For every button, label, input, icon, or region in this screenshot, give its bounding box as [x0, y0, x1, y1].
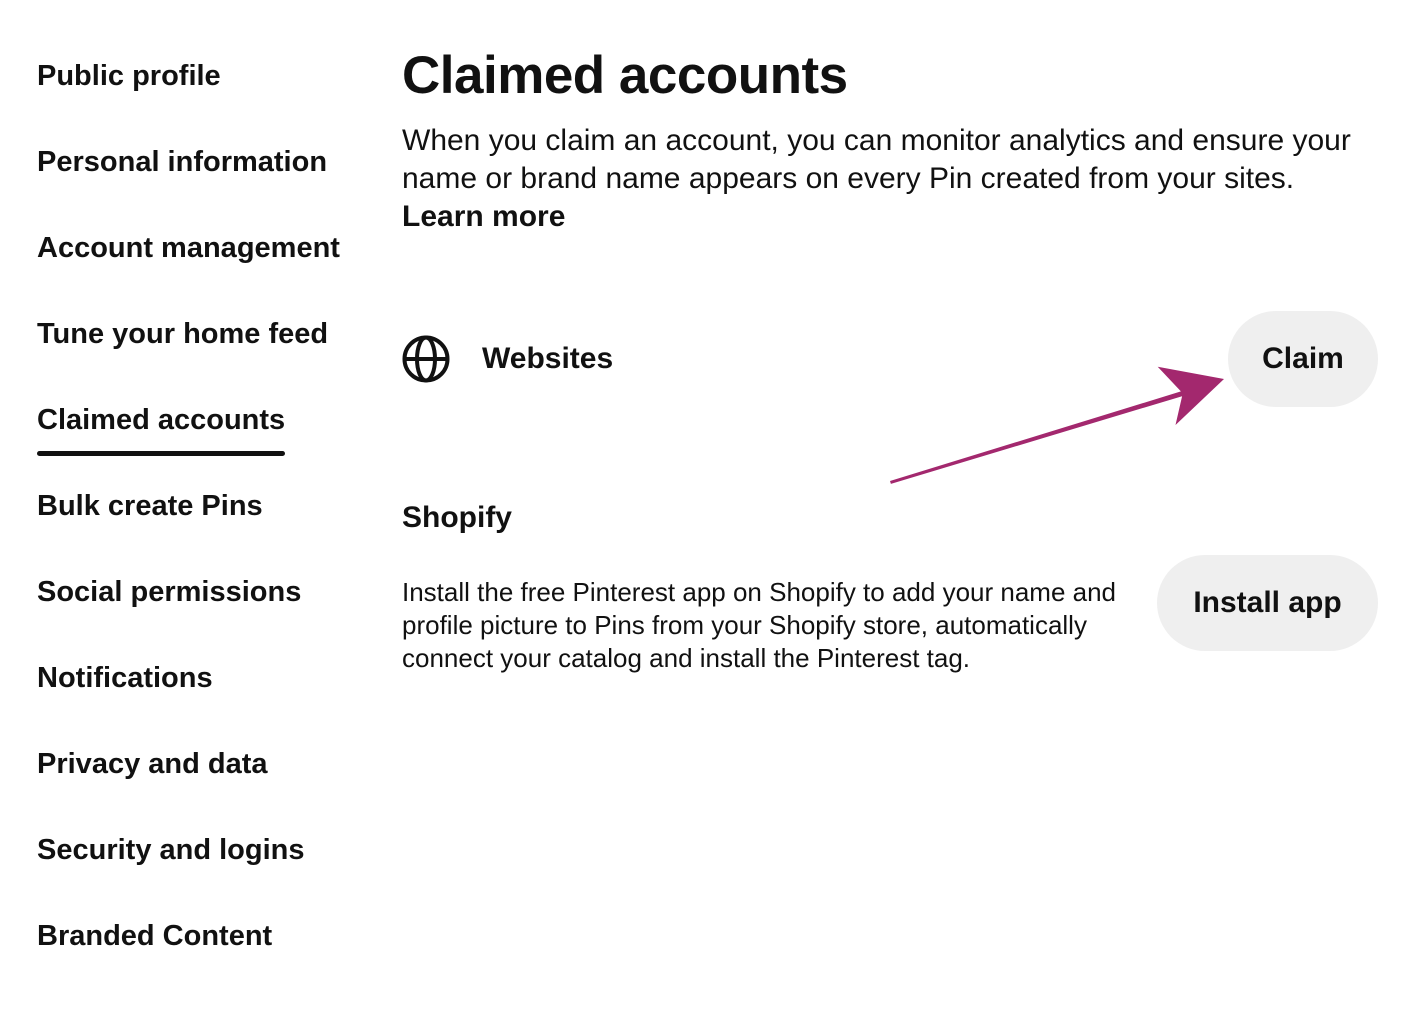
page-description: When you claim an account, you can monit… — [402, 122, 1362, 236]
sidebar-item-account-management[interactable]: Account management — [37, 222, 382, 308]
learn-more-link[interactable]: Learn more — [402, 200, 565, 233]
sidebar-item-personal-information[interactable]: Personal information — [37, 136, 382, 222]
sidebar-item-label: Bulk create Pins — [37, 490, 263, 522]
sidebar-item-security-and-logins[interactable]: Security and logins — [37, 824, 382, 910]
sidebar-item-claimed-accounts[interactable]: Claimed accounts — [37, 394, 382, 480]
sidebar-item-label: Privacy and data — [37, 748, 268, 780]
sidebar-item-label: Notifications — [37, 662, 213, 694]
sidebar-item-bulk-create-pins[interactable]: Bulk create Pins — [37, 480, 382, 566]
shopify-title: Shopify — [402, 501, 512, 534]
page-description-text: When you claim an account, you can monit… — [402, 124, 1351, 195]
sidebar-item-privacy-and-data[interactable]: Privacy and data — [37, 738, 382, 824]
sidebar-item-label: Security and logins — [37, 834, 305, 866]
sidebar-item-branded-content[interactable]: Branded Content — [37, 910, 382, 996]
install-app-button[interactable]: Install app — [1157, 555, 1378, 651]
claimed-accounts-panel: Claimed accounts When you claim an accou… — [402, 40, 1378, 673]
sidebar-item-label: Public profile — [37, 60, 221, 92]
sidebar-item-tune-home-feed[interactable]: Tune your home feed — [37, 308, 382, 394]
sidebar-item-public-profile[interactable]: Public profile — [37, 50, 382, 136]
sidebar-item-notifications[interactable]: Notifications — [37, 652, 382, 738]
websites-label: Websites — [482, 342, 614, 375]
sidebar-item-label: Personal information — [37, 146, 328, 178]
sidebar-item-social-permissions[interactable]: Social permissions — [37, 566, 382, 652]
websites-row: Websites Claim — [402, 311, 1378, 407]
settings-sidebar: Public profile Personal information Acco… — [37, 50, 382, 996]
sidebar-item-label: Social permissions — [37, 576, 302, 608]
shopify-description: Install the free Pinterest app on Shopif… — [402, 577, 1117, 673]
globe-icon — [402, 335, 450, 383]
sidebar-item-label: Branded Content — [37, 920, 273, 952]
page-title: Claimed accounts — [402, 46, 848, 105]
sidebar-item-label: Account management — [37, 232, 340, 264]
claim-button[interactable]: Claim — [1228, 311, 1378, 407]
sidebar-item-label: Claimed accounts — [37, 394, 286, 456]
sidebar-item-label: Tune your home feed — [37, 318, 329, 350]
